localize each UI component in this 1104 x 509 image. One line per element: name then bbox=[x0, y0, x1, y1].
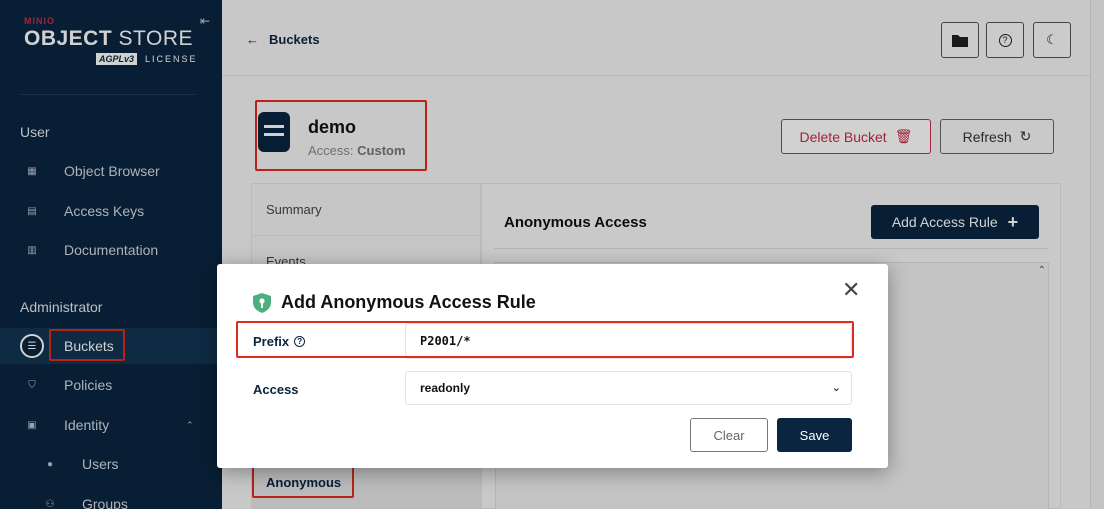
modal-title: Add Anonymous Access Rule bbox=[253, 292, 536, 313]
prefix-row: Prefix ? bbox=[237, 323, 853, 359]
close-icon[interactable]: ✕ bbox=[842, 277, 860, 303]
chevron-down-icon: ⌄ bbox=[831, 382, 841, 394]
help-icon[interactable]: ? bbox=[294, 336, 306, 347]
modal-title-text: Add Anonymous Access Rule bbox=[281, 292, 536, 312]
access-row: Access readonly ⌄ bbox=[237, 371, 853, 407]
save-button[interactable]: Save bbox=[777, 418, 852, 452]
shield-key-icon bbox=[253, 292, 271, 313]
clear-button[interactable]: Clear bbox=[690, 418, 768, 452]
access-select[interactable]: readonly ⌄ bbox=[405, 371, 852, 405]
access-select-value: readonly bbox=[420, 381, 471, 395]
prefix-input[interactable] bbox=[405, 323, 852, 359]
access-label: Access bbox=[253, 382, 299, 397]
add-anonymous-rule-modal: Add Anonymous Access Rule ✕ Prefix ? Acc… bbox=[217, 264, 888, 468]
prefix-label: Prefix ? bbox=[253, 334, 306, 349]
